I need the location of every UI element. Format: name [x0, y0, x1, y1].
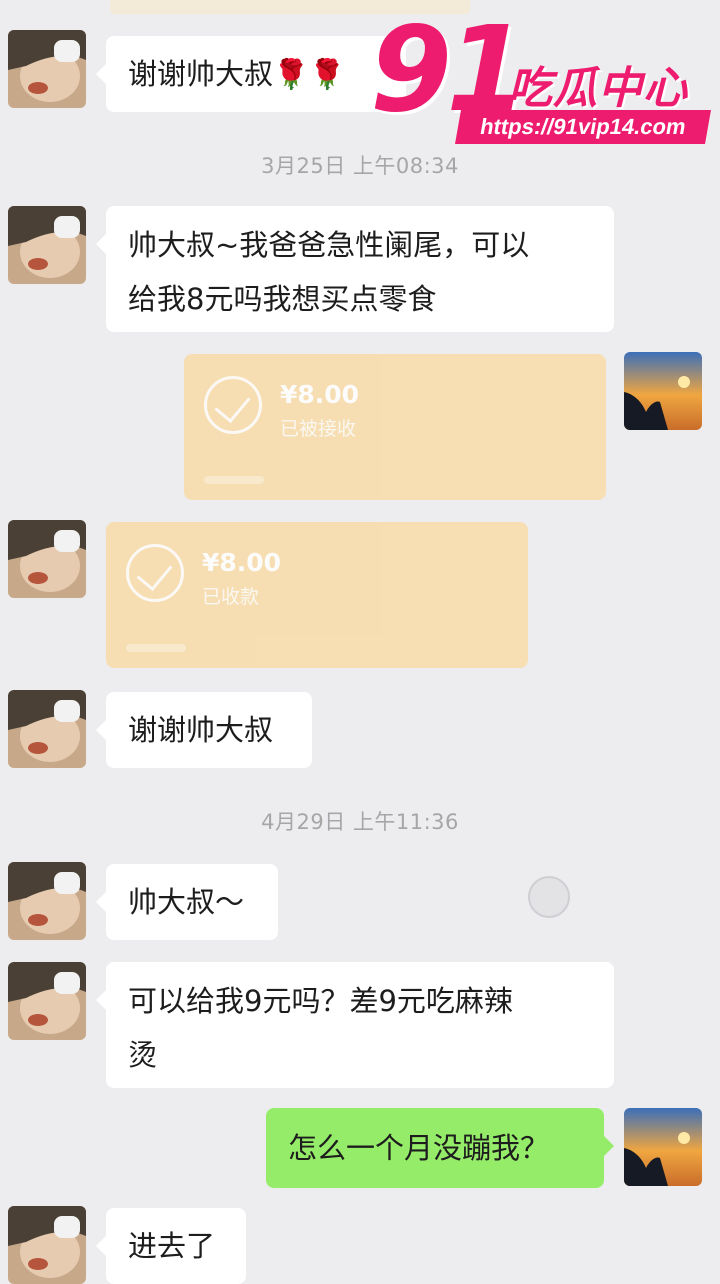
contact-avatar-image — [8, 962, 86, 1040]
message-text: 帅大叔～ — [128, 885, 245, 919]
contact-avatar-image — [8, 690, 86, 768]
transfer-amount: ¥8.00 — [280, 380, 360, 409]
message-text: 谢谢帅大叔🌹🌹 — [128, 57, 346, 91]
check-circle-icon — [204, 376, 262, 434]
my-avatar-image — [624, 352, 702, 430]
message-bubble[interactable]: 可以给我9元吗？差9元吃麻辣 烫 — [96, 962, 614, 1088]
message-bubble[interactable]: 进去了 — [96, 1208, 246, 1284]
contact-avatar[interactable] — [8, 1206, 86, 1284]
transfer-card-received[interactable]: ¥8.00 已收款 — [106, 522, 528, 668]
message-text: 谢谢帅大叔 — [128, 713, 274, 747]
message-text-line: 可以给我9元吗？差9元吃麻辣 — [128, 984, 513, 1018]
faded-circle-icon — [528, 876, 570, 918]
message-text: 怎么一个月没蹦我？ — [288, 1131, 550, 1165]
transfer-status: 已被接收 — [280, 418, 357, 440]
contact-avatar-image — [8, 1206, 86, 1284]
transfer-amount: ¥8.00 — [202, 548, 282, 577]
my-avatar[interactable] — [624, 352, 702, 430]
transfer-card-sent[interactable]: ¥8.00 已被接收 — [184, 354, 606, 500]
watermark-name: 吃瓜中心 — [508, 63, 688, 114]
message-bubble[interactable]: 帅大叔~我爸爸急性阑尾，可以 给我8元吗我想买点零食 — [96, 206, 614, 332]
contact-avatar-image — [8, 520, 86, 598]
transfer-footer — [126, 644, 186, 652]
contact-avatar[interactable] — [8, 206, 86, 284]
timestamp: 3月25日 上午08:34 — [261, 154, 459, 178]
my-avatar[interactable] — [624, 1108, 702, 1186]
message-bubble[interactable]: 谢谢帅大叔 — [96, 692, 312, 768]
message-text-line: 烫 — [128, 1038, 158, 1072]
contact-avatar[interactable] — [8, 962, 86, 1040]
my-avatar-image — [624, 1108, 702, 1186]
contact-avatar-image — [8, 862, 86, 940]
message-text-line: 给我8元吗我想买点零食 — [128, 282, 437, 316]
contact-avatar[interactable] — [8, 862, 86, 940]
contact-avatar[interactable] — [8, 30, 86, 108]
check-circle-icon — [126, 544, 184, 602]
watermark-url: https://91vip14.com — [455, 110, 711, 144]
contact-avatar-image — [8, 30, 86, 108]
contact-avatar[interactable] — [8, 520, 86, 598]
message-text: 进去了 — [128, 1229, 216, 1263]
message-text-line: 帅大叔~我爸爸急性阑尾，可以 — [128, 228, 530, 262]
timestamp: 4月29日 上午11:36 — [261, 810, 459, 834]
contact-avatar-image — [8, 206, 86, 284]
message-bubble[interactable]: 谢谢帅大叔🌹🌹 — [96, 36, 406, 112]
my-message-bubble[interactable]: 怎么一个月没蹦我？ — [266, 1108, 614, 1188]
message-bubble[interactable]: 帅大叔～ — [96, 864, 278, 940]
transfer-footer — [204, 476, 264, 484]
contact-avatar[interactable] — [8, 690, 86, 768]
transfer-status: 已收款 — [202, 586, 260, 608]
site-watermark: 91 吃瓜中心 https://91vip14.com — [370, 0, 715, 149]
